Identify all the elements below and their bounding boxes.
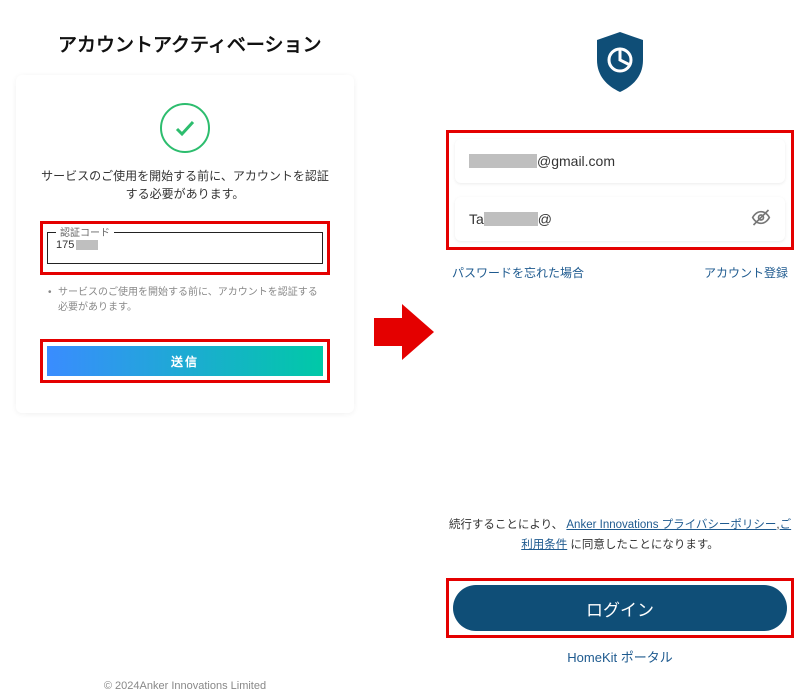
eye-off-icon[interactable] bbox=[751, 208, 771, 231]
masked-text bbox=[76, 240, 98, 250]
email-suffix: @gmail.com bbox=[537, 153, 615, 169]
login-button[interactable]: ログイン bbox=[453, 585, 787, 631]
code-input-highlight: 認証コード 175 bbox=[40, 221, 330, 275]
activation-panel: アカウントアクティベーション サービスのご使用を開始する前に、アカウントを認証す… bbox=[0, 0, 370, 698]
submit-button[interactable]: 送信 bbox=[47, 346, 323, 376]
pw-prefix: Ta bbox=[469, 211, 484, 227]
credentials-highlight: @gmail.com Ta @ bbox=[446, 130, 794, 250]
arrow-right-icon bbox=[374, 304, 434, 360]
submit-highlight: 送信 bbox=[40, 339, 330, 383]
eufy-shield-icon bbox=[593, 30, 647, 94]
activation-note: サービスのご使用を開始する前に、アカウントを認証する必要があります。 bbox=[44, 285, 326, 315]
pw-at: @ bbox=[538, 211, 552, 227]
code-label: 認証コード bbox=[56, 224, 114, 239]
code-value: 175 bbox=[56, 239, 314, 251]
page-title: アカウントアクティベーション bbox=[58, 30, 360, 57]
masked-text bbox=[484, 212, 538, 226]
password-field[interactable]: Ta @ bbox=[455, 197, 785, 241]
homekit-portal-link[interactable]: HomeKit ポータル bbox=[440, 647, 800, 666]
activation-card: サービスのご使用を開始する前に、アカウントを認証する必要があります。 認証コード… bbox=[16, 75, 354, 413]
forgot-password-link[interactable]: パスワードを忘れた場合 bbox=[452, 264, 584, 281]
consent-text: 続行することにより、 Anker Innovations プライバシーポリシー,… bbox=[440, 515, 800, 556]
login-panel: @gmail.com Ta @ パスワードを忘れた場合 アカウント登録 続行する… bbox=[440, 0, 800, 698]
activation-message: サービスのご使用を開始する前に、アカウントを認証する必要があります。 bbox=[40, 167, 330, 203]
success-check-icon bbox=[160, 103, 210, 153]
copyright: © 2024Anker Innovations Limited bbox=[0, 680, 370, 692]
verification-code-input[interactable]: 認証コード 175 bbox=[47, 232, 323, 264]
email-field[interactable]: @gmail.com bbox=[455, 139, 785, 183]
privacy-policy-link[interactable]: Anker Innovations プライバシーポリシー bbox=[566, 519, 776, 531]
login-highlight: ログイン bbox=[446, 578, 794, 638]
auth-links: パスワードを忘れた場合 アカウント登録 bbox=[452, 264, 788, 281]
masked-text bbox=[469, 154, 537, 168]
signup-link[interactable]: アカウント登録 bbox=[704, 264, 788, 281]
